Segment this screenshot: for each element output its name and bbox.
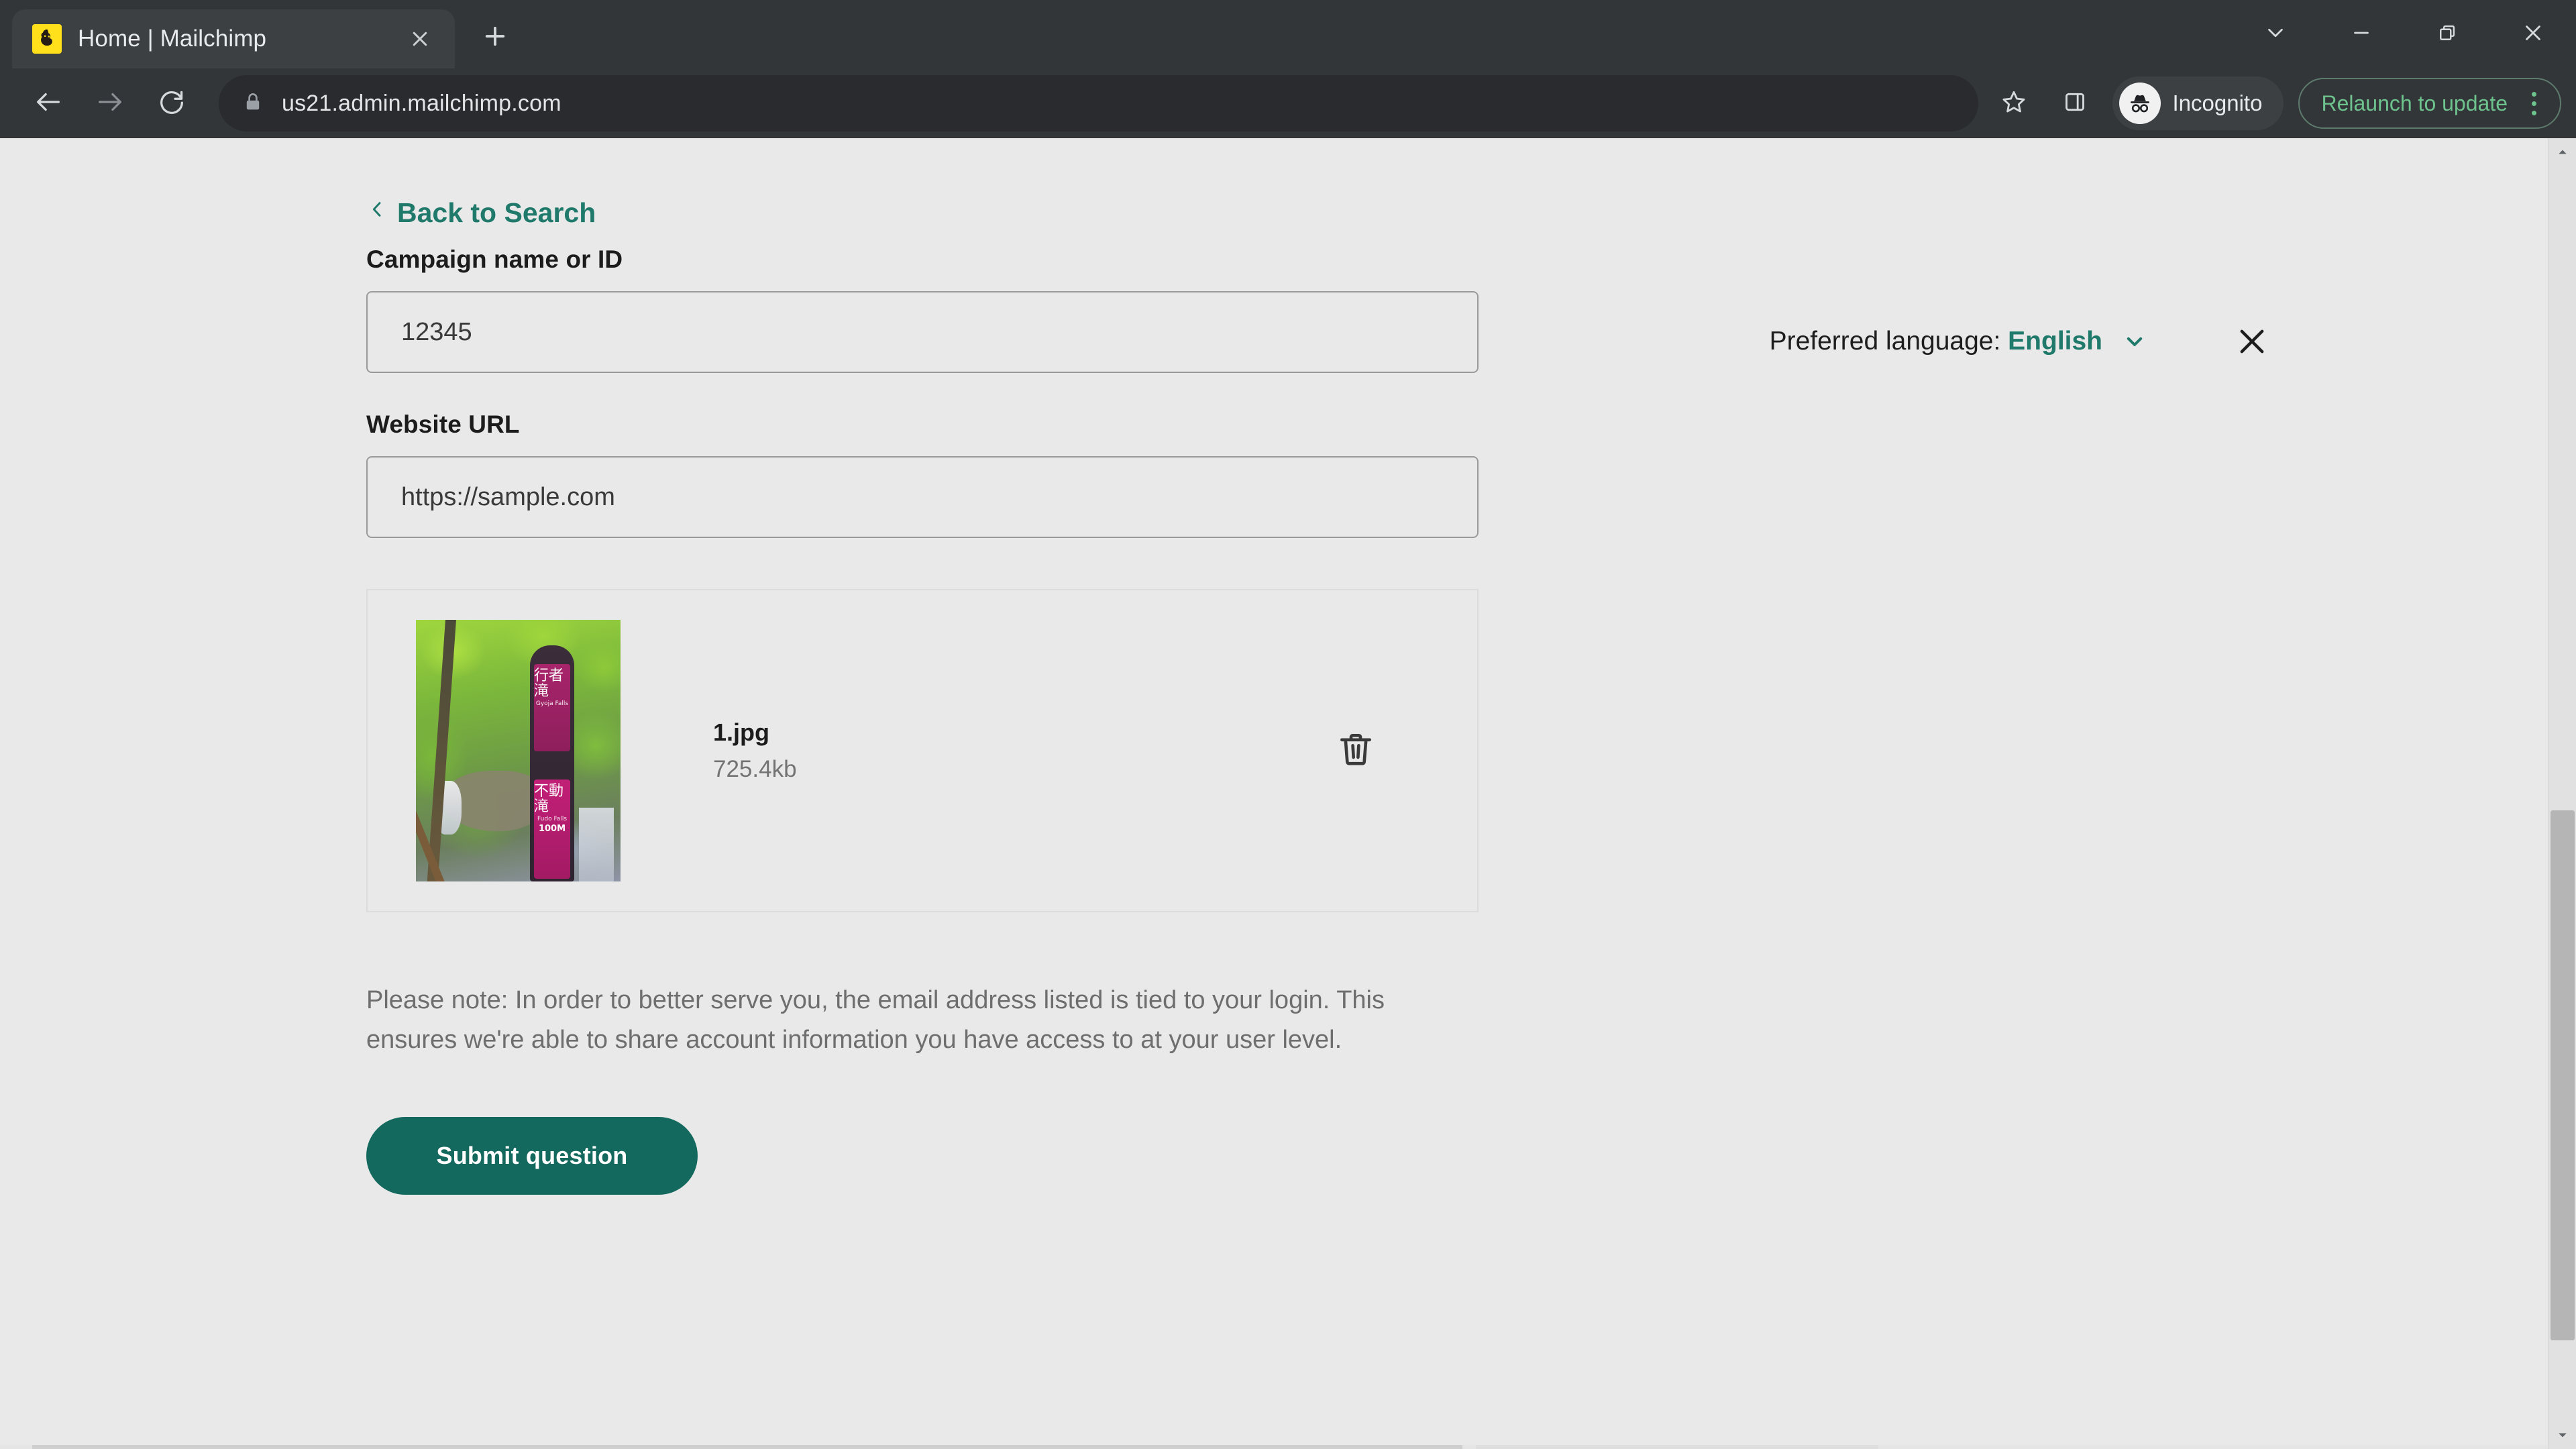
thumbnail-sign-distance: 100M (538, 823, 566, 834)
close-window-button[interactable] (2490, 0, 2576, 68)
incognito-profile-chip[interactable]: Incognito (2112, 76, 2284, 130)
form-header-row: Back to Search (366, 138, 2084, 246)
lock-icon[interactable] (241, 91, 264, 117)
thumbnail-sign-top: 行者滝 Gyoja Falls (534, 664, 570, 751)
page-viewport: Back to Search Campaign name or ID Websi… (0, 138, 2576, 1449)
window-controls (2233, 0, 2576, 68)
back-button[interactable] (17, 72, 79, 134)
incognito-label: Incognito (2172, 91, 2263, 115)
forward-arrow-icon (95, 87, 125, 121)
chevron-down-icon (2263, 20, 2288, 49)
close-panel-button[interactable] (2231, 321, 2273, 362)
privacy-note: Please note: In order to better serve yo… (366, 986, 1385, 1054)
side-panel-icon (2061, 89, 2088, 119)
chevron-down-icon[interactable] (2121, 328, 2148, 355)
page-surface: Back to Search Campaign name or ID Websi… (0, 138, 2548, 1449)
new-tab-button[interactable] (470, 12, 521, 63)
plus-icon (481, 22, 509, 54)
incognito-hat-icon (2118, 83, 2161, 124)
thumbnail-sign-bottom-subtext: Fudo Falls (537, 816, 568, 823)
page-bottom-edge (0, 1445, 2548, 1449)
scroll-up-arrow-icon[interactable] (2548, 138, 2576, 166)
back-to-search-link[interactable]: Back to Search (366, 196, 596, 229)
address-bar[interactable]: us21.admin.mailchimp.com (219, 75, 1978, 131)
tab-close-icon[interactable] (402, 21, 437, 56)
relaunch-to-update-chip[interactable]: Relaunch to update (2298, 78, 2561, 129)
tab-title: Home | Mailchimp (78, 25, 267, 52)
website-url-input[interactable] (366, 456, 1479, 538)
chevron-left-icon (366, 196, 388, 229)
restore-icon (2435, 21, 2459, 48)
minimize-button[interactable] (2318, 0, 2404, 68)
star-icon (2000, 88, 2028, 119)
forward-button[interactable] (79, 72, 141, 134)
back-arrow-icon (33, 87, 64, 121)
tab-strip: Home | Mailchimp (0, 0, 2576, 68)
preferred-language-control: Preferred language: English (1770, 321, 2273, 362)
page-scrollbar[interactable] (2548, 138, 2576, 1449)
attachment-card: 行者滝 Gyoja Falls 不動滝 Fudo Falls 100M 1.jp… (366, 589, 1479, 912)
support-form: Back to Search Campaign name or ID Websi… (366, 138, 2084, 1195)
kebab-menu-icon[interactable] (2513, 78, 2555, 129)
side-panel-button[interactable] (2047, 75, 2103, 131)
thumbnail-stream (579, 808, 614, 881)
reload-button[interactable] (141, 72, 203, 134)
attachment-file-name: 1.jpg (713, 718, 770, 746)
browser-window: Home | Mailchimp us21.admin.mailchimp.co… (0, 0, 2576, 1449)
back-to-search-label: Back to Search (397, 197, 596, 228)
website-url-field-label: Website URL (366, 411, 520, 438)
attachment-thumbnail[interactable]: 行者滝 Gyoja Falls 不動滝 Fudo Falls 100M (416, 620, 621, 881)
scroll-down-arrow-icon[interactable] (2548, 1421, 2576, 1449)
close-icon (2520, 20, 2546, 49)
attachment-meta: 1.jpg 725.4kb (713, 718, 1319, 783)
relaunch-label: Relaunch to update (2321, 91, 2508, 115)
campaign-name-or-id-input[interactable] (366, 291, 1479, 373)
scrollbar-thumb[interactable] (2551, 810, 2575, 1340)
minimize-icon (2349, 20, 2374, 49)
tab-search-button[interactable] (2233, 0, 2318, 68)
reload-icon (156, 87, 187, 121)
bookmark-button[interactable] (1985, 74, 2043, 132)
attachment-file-size: 725.4kb (713, 756, 797, 782)
thumbnail-sign-top-text: 行者滝 (534, 667, 564, 700)
campaign-field-label: Campaign name or ID (366, 246, 623, 273)
browser-toolbar: us21.admin.mailchimp.com Incognito Relau… (0, 68, 2576, 138)
address-bar-url: us21.admin.mailchimp.com (282, 90, 561, 116)
preferred-language-value[interactable]: English (2008, 327, 2102, 356)
submit-question-button[interactable]: Submit question (366, 1117, 698, 1195)
preferred-language-label-text: Preferred language: (1769, 327, 2001, 356)
browser-tab[interactable]: Home | Mailchimp (12, 9, 455, 68)
preferred-language-label: Preferred language: English (1770, 327, 2102, 356)
thumbnail-sign-top-subtext: Gyoja Falls (535, 700, 569, 708)
trash-icon (1335, 729, 1377, 773)
maximize-button[interactable] (2404, 0, 2490, 68)
mailchimp-favicon-icon (32, 24, 62, 54)
website-url-field-group: Website URL (366, 411, 2084, 538)
delete-attachment-button[interactable] (1319, 714, 1393, 788)
thumbnail-sign-bottom: 不動滝 Fudo Falls 100M (534, 780, 570, 879)
thumbnail-sign-bottom-text: 不動滝 (534, 783, 564, 816)
